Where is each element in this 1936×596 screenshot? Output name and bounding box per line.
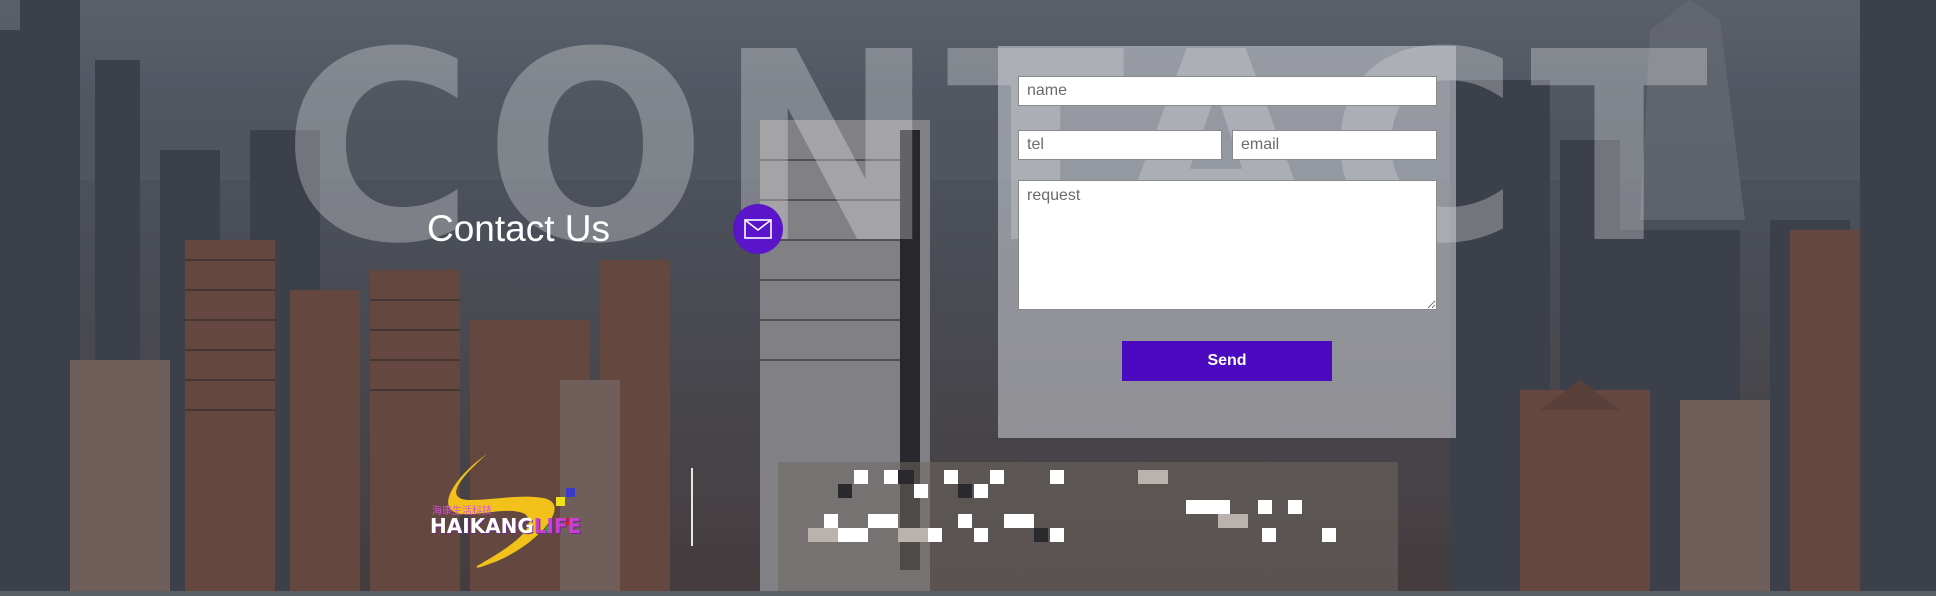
logo-wordmark: HAIKANGLIFE [430, 514, 581, 538]
send-button[interactable]: Send [1122, 341, 1332, 381]
logo-main: HAIKANG [430, 514, 534, 538]
request-textarea[interactable] [1018, 180, 1437, 310]
tel-input[interactable] [1018, 130, 1222, 160]
redacted-contact-info [778, 462, 1398, 591]
name-input[interactable] [1018, 76, 1437, 106]
footer-divider [691, 468, 693, 546]
envelope-icon [733, 204, 783, 254]
page-title: Contact Us [427, 208, 611, 249]
email-input[interactable] [1232, 130, 1437, 160]
logo-accent: LIFE [533, 514, 582, 538]
